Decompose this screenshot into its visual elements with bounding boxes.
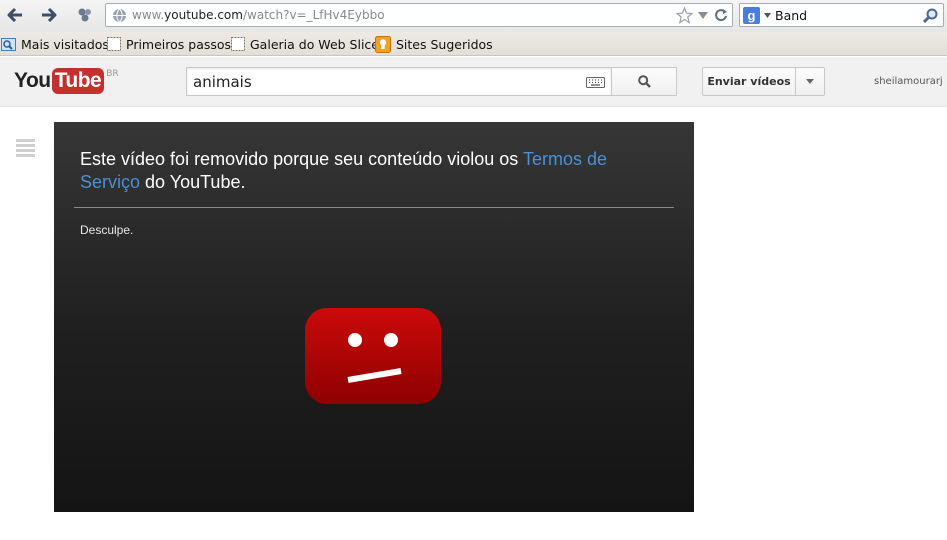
guide-menu-icon[interactable] [16, 139, 35, 157]
reload-icon[interactable] [714, 8, 728, 22]
search-input[interactable]: animais [186, 67, 612, 96]
puzzle-icon [78, 8, 91, 22]
url-prefix: www. [132, 8, 165, 22]
svg-text:g: g [748, 8, 756, 23]
browser-search-bar[interactable]: g Band [739, 3, 944, 27]
message-text: Este vídeo foi removido porque seu conte… [80, 149, 523, 169]
youtube-logo[interactable]: You Tube BR [14, 68, 119, 94]
magnifier-icon[interactable] [922, 7, 939, 24]
suggested-sites-icon [375, 35, 391, 53]
upload-button[interactable]: Enviar vídeos [702, 67, 796, 96]
addons-button[interactable] [72, 4, 98, 26]
browser-toolbar: www.youtube.com/watch?v=_LfHv4Eybbo g Ba… [0, 0, 947, 32]
bookmark-web-slice-gallery[interactable]: Galeria do Web Slice [231, 35, 379, 53]
back-arrow-icon [7, 8, 22, 22]
address-bar[interactable]: www.youtube.com/watch?v=_LfHv4Eybbo [105, 3, 733, 27]
sad-youtube-icon [305, 308, 441, 404]
url-path: /watch?v=_LfHv4Eybbo [242, 8, 385, 22]
bookmark-most-visited[interactable]: Mais visitados [1, 35, 109, 53]
logo-country: BR [106, 69, 119, 79]
most-visited-icon [1, 37, 16, 51]
search-icon [637, 75, 651, 88]
back-button[interactable] [2, 4, 28, 26]
logo-you: You [14, 69, 51, 92]
forward-arrow-icon [42, 8, 57, 22]
message-text-end: do YouTube. [140, 172, 246, 192]
sorry-text: Desculpe. [80, 223, 134, 237]
forward-button[interactable] [36, 4, 62, 26]
bookmark-label: Galeria do Web Slice [250, 36, 379, 52]
page-icon [107, 37, 121, 51]
search-query: animais [193, 73, 252, 91]
logo-tube: Tube [51, 68, 105, 94]
globe-icon [113, 8, 126, 23]
video-player: Este vídeo foi removido porque seu conte… [54, 122, 694, 512]
url-text[interactable]: www.youtube.com/watch?v=_LfHv4Eybbo [132, 8, 385, 22]
bookmark-getting-started[interactable]: Primeiros passos [107, 35, 231, 53]
divider [74, 207, 674, 208]
bookmark-label: Primeiros passos [126, 36, 232, 52]
page-icon [231, 37, 245, 51]
google-icon: g [743, 7, 760, 24]
google-engine-button[interactable]: g [743, 7, 771, 24]
removed-video-message: Este vídeo foi removido porque seu conte… [80, 148, 670, 194]
bookmarks-bar: Mais visitados Primeiros passos Galeria … [0, 32, 947, 56]
engine-dropdown-icon [764, 13, 771, 18]
upload-dropdown-button[interactable] [795, 67, 825, 96]
bookmark-label: Sites Sugeridos [396, 36, 493, 52]
bookmark-star-icon[interactable] [676, 7, 693, 24]
username[interactable]: sheilamourarj [874, 76, 943, 87]
bookmark-suggested-sites[interactable]: Sites Sugeridos [375, 35, 493, 53]
search-button[interactable] [611, 67, 677, 96]
chevron-down-icon [806, 79, 814, 84]
bookmark-label: Mais visitados [21, 36, 109, 52]
keyboard-icon[interactable] [586, 77, 605, 88]
browser-search-input[interactable]: Band [775, 8, 807, 23]
url-host: youtube.com [164, 8, 243, 22]
history-dropdown-icon[interactable] [698, 12, 708, 20]
youtube-masthead: You Tube BR animais Enviar vídeos sheila… [0, 57, 947, 107]
